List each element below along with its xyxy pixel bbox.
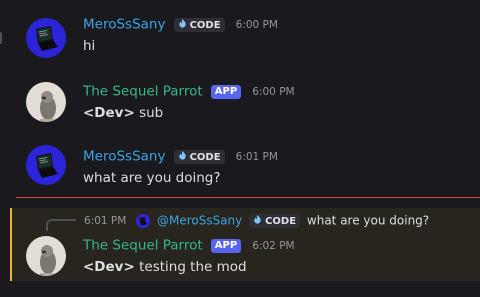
- avatar[interactable]: [26, 82, 66, 122]
- message-1: MeroSsSany CODE 6:00 PM hi: [0, 0, 480, 75]
- timestamp[interactable]: 6:01 PM: [236, 151, 278, 163]
- dev-prefix: <Dev>: [83, 105, 135, 121]
- server-tag[interactable]: CODE: [173, 17, 225, 32]
- message-2: The Sequel Parrot APP 6:00 PM <Dev> sub: [0, 75, 480, 135]
- message-3: MeroSsSany CODE 6:01 PM what are you doi…: [0, 140, 480, 195]
- app-tag: APP: [210, 238, 242, 253]
- reply-preview[interactable]: 6:01 PM @MeroSsSany CODE what are you do…: [84, 211, 429, 230]
- reply-avatar: [136, 213, 151, 228]
- timestamp[interactable]: 6:00 PM: [236, 19, 278, 31]
- app-tag: APP: [210, 84, 242, 99]
- server-tag[interactable]: CODE: [173, 149, 225, 164]
- message-content: hi: [83, 38, 96, 54]
- username[interactable]: MeroSsSany: [83, 149, 165, 165]
- parrot-photo: [26, 82, 66, 122]
- tag-label: CODE: [189, 151, 221, 163]
- message-content: <Dev> sub: [83, 104, 163, 122]
- new-messages-divider: [16, 197, 480, 198]
- message-header: The Sequel Parrot APP 6:02 PM: [83, 236, 295, 254]
- reply-timestamp: 6:01 PM: [84, 214, 127, 227]
- message-header: MeroSsSany CODE 6:00 PM: [83, 15, 278, 33]
- server-tag[interactable]: CODE: [249, 213, 301, 228]
- message-header: MeroSsSany CODE 6:01 PM: [83, 147, 278, 165]
- username[interactable]: MeroSsSany: [83, 17, 165, 33]
- username[interactable]: The Sequel Parrot: [83, 238, 203, 254]
- parrot-photo: [26, 236, 66, 276]
- dev-prefix: <Dev>: [83, 259, 135, 275]
- message-4: The Sequel Parrot APP 6:02 PM <Dev> test…: [0, 230, 480, 280]
- message-content: what are you doing?: [83, 170, 221, 186]
- tag-label: CODE: [265, 215, 297, 227]
- laptop-icon: [136, 213, 151, 228]
- avatar[interactable]: [26, 236, 66, 276]
- laptop-icon: [26, 18, 66, 58]
- message-text: sub: [139, 105, 164, 121]
- timestamp[interactable]: 6:00 PM: [252, 86, 294, 98]
- message-text: testing the mod: [139, 259, 247, 275]
- reply-text: what are you doing?: [306, 213, 430, 228]
- flame-icon: [178, 18, 186, 28]
- flame-icon: [254, 214, 261, 224]
- message-content: <Dev> testing the mod: [83, 258, 247, 276]
- username[interactable]: The Sequel Parrot: [83, 84, 203, 100]
- tag-label: CODE: [189, 19, 221, 31]
- flame-icon: [178, 150, 186, 160]
- laptop-icon: [26, 145, 66, 185]
- reply-author[interactable]: @MeroSsSany: [157, 214, 242, 228]
- timestamp[interactable]: 6:02 PM: [252, 240, 294, 252]
- avatar[interactable]: [26, 145, 66, 185]
- avatar[interactable]: [26, 18, 66, 58]
- message-header: The Sequel Parrot APP 6:00 PM: [83, 82, 295, 100]
